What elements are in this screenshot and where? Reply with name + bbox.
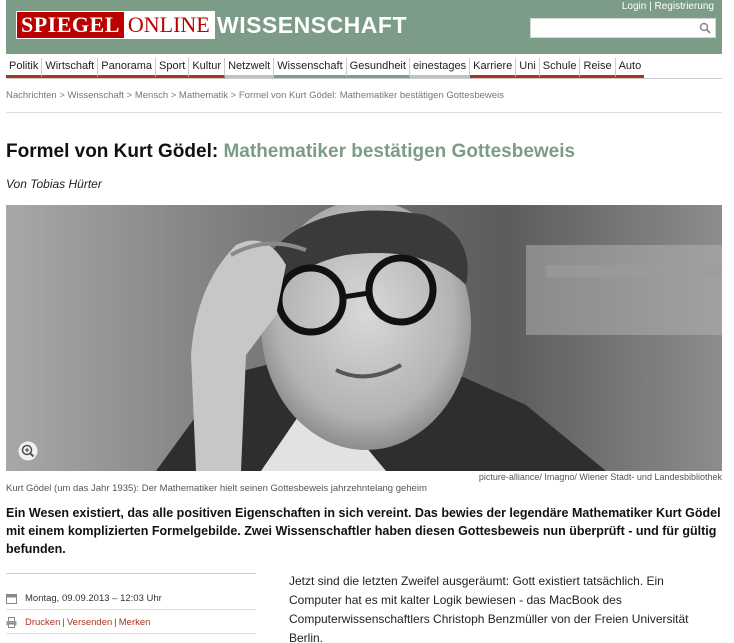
article-headline: Formel von Kurt Gödel: Mathematiker best… [6, 141, 575, 163]
search-icon[interactable] [699, 22, 711, 34]
article-body: Jetzt sind die letzten Zweifel ausgeräum… [289, 574, 689, 643]
send-link[interactable]: Versenden [67, 617, 112, 628]
article-actions-row: Drucken | Versenden | Merken [6, 612, 256, 634]
search-input[interactable] [530, 18, 716, 38]
breadcrumb[interactable]: Nachrichten > Wissenschaft > Mensch > Ma… [6, 90, 504, 101]
print-icon [6, 617, 17, 628]
nav-item-netzwelt[interactable]: Netzwelt [225, 58, 275, 78]
login-link[interactable]: Login [622, 1, 646, 12]
article-date-row: Montag, 09.09.2013 – 12:03 Uhr [6, 588, 256, 610]
divider [6, 112, 722, 113]
nav-item-karriere[interactable]: Karriere [470, 58, 517, 78]
headline-title: Mathematiker bestätigen Gottesbeweis [223, 141, 576, 162]
goedel-portrait [6, 205, 722, 471]
action-separator: | [62, 617, 65, 628]
nav-item-panorama[interactable]: Panorama [98, 58, 157, 78]
article-author: Von Tobias Hürter [6, 177, 102, 191]
photo-caption: Kurt Gödel (um das Jahr 1935): Der Mathe… [6, 483, 427, 494]
logo-online-text: ONLINE [123, 12, 214, 38]
photo-credit: picture-alliance/ Imagno/ Wiener Stadt- … [478, 472, 722, 482]
nav-item-einestages[interactable]: einestages [409, 58, 471, 78]
nav-item-wirtschaft[interactable]: Wirtschaft [42, 58, 99, 78]
site-header: SPIEGEL ONLINE WISSENSCHAFT Login | Regi… [6, 0, 722, 54]
article-photo[interactable] [6, 205, 722, 471]
nav-item-uni[interactable]: Uni [516, 58, 540, 78]
logo-spiegel-text: SPIEGEL [17, 12, 124, 38]
nav-item-wissenschaft[interactable]: Wissenschaft [274, 58, 347, 78]
nav-item-schule[interactable]: Schule [539, 58, 581, 78]
nav-item-reise[interactable]: Reise [580, 58, 616, 78]
article-meta-box: Montag, 09.09.2013 – 12:03 Uhr Drucken |… [6, 573, 256, 634]
article-date: Montag, 09.09.2013 – 12:03 Uhr [25, 593, 162, 604]
nav-item-auto[interactable]: Auto [615, 58, 645, 78]
nav-item-gesundheit[interactable]: Gesundheit [346, 58, 410, 78]
main-nav: Politik Wirtschaft Panorama Sport Kultur… [6, 58, 722, 79]
cut-off-row [6, 633, 256, 643]
calendar-icon [6, 594, 17, 604]
spiegel-online-logo[interactable]: SPIEGEL ONLINE [16, 11, 215, 39]
nav-item-politik[interactable]: Politik [6, 58, 43, 78]
nav-item-sport[interactable]: Sport [156, 58, 190, 78]
zoom-icon[interactable] [18, 441, 38, 461]
register-link[interactable]: Registrierung [655, 1, 714, 12]
login-links: Login | Registrierung [622, 1, 714, 12]
action-separator: | [114, 617, 117, 628]
headline-kicker: Formel von Kurt Gödel: [6, 141, 219, 162]
article-lead: Ein Wesen existiert, das alle positiven … [6, 506, 721, 556]
remember-link[interactable]: Merken [119, 617, 151, 628]
nav-item-kultur[interactable]: Kultur [189, 58, 226, 78]
section-title[interactable]: WISSENSCHAFT [217, 12, 407, 39]
print-link[interactable]: Drucken [25, 617, 60, 628]
